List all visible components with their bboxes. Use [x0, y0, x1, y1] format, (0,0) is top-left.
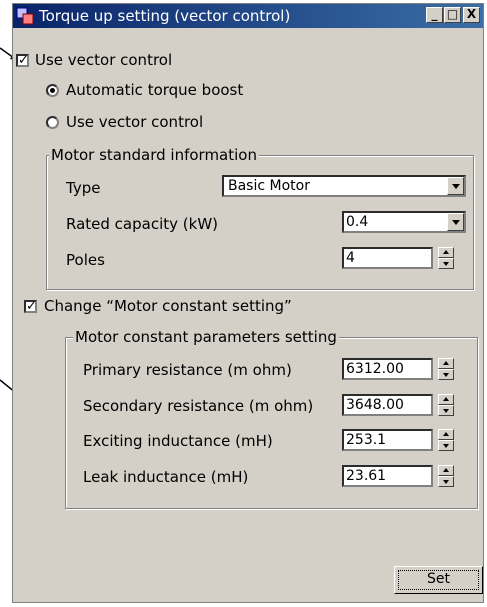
spin-down-icon[interactable] — [438, 440, 454, 451]
use-vector-control-radio[interactable] — [46, 116, 59, 129]
exciting-inductance-label: Exciting inductance (mH) — [83, 432, 273, 450]
title-bar[interactable]: Torque up setting (vector control) _ □ X — [13, 4, 483, 28]
poles-spinner[interactable] — [438, 247, 454, 269]
minimize-button[interactable]: _ — [426, 7, 443, 23]
spin-down-icon[interactable] — [438, 369, 454, 380]
spin-up-icon[interactable] — [438, 247, 454, 258]
use-vector-control-checkbox[interactable]: ✓ — [16, 54, 29, 67]
spin-up-icon[interactable] — [438, 429, 454, 440]
app-icon — [16, 7, 34, 25]
chevron-down-icon[interactable] — [447, 177, 464, 195]
spin-up-icon[interactable] — [438, 394, 454, 405]
secondary-resistance-spinner[interactable] — [438, 394, 454, 416]
exciting-inductance-value: 253.1 — [346, 432, 387, 448]
secondary-resistance-label: Secondary resistance (m ohm) — [83, 397, 314, 415]
type-label: Type — [66, 179, 101, 197]
primary-resistance-value: 6312.00 — [346, 361, 404, 377]
leak-inductance-label: Leak inductance (mH) — [83, 468, 249, 486]
poles-value: 4 — [346, 250, 355, 266]
primary-resistance-input[interactable]: 6312.00 — [342, 358, 433, 380]
primary-resistance-label: Primary resistance (m ohm) — [83, 361, 292, 379]
exciting-inductance-spinner[interactable] — [438, 429, 454, 451]
leak-inductance-input[interactable]: 23.61 — [342, 465, 433, 487]
close-button[interactable]: X — [463, 7, 480, 23]
window-title: Torque up setting (vector control) — [39, 7, 291, 25]
secondary-resistance-input[interactable]: 3648.00 — [342, 394, 433, 416]
set-button[interactable]: Set — [394, 566, 483, 594]
poles-label: Poles — [66, 251, 105, 269]
spin-up-icon[interactable] — [438, 465, 454, 476]
spin-down-icon[interactable] — [438, 476, 454, 487]
leak-inductance-spinner[interactable] — [438, 465, 454, 487]
primary-resistance-spinner[interactable] — [438, 358, 454, 380]
spin-up-icon[interactable] — [438, 358, 454, 369]
automatic-torque-boost-label: Automatic torque boost — [66, 81, 244, 99]
type-select[interactable]: Basic Motor — [222, 175, 466, 197]
maximize-button[interactable]: □ — [444, 7, 461, 23]
spin-down-icon[interactable] — [438, 258, 454, 269]
change-motor-constant-checkbox[interactable]: ✓ — [24, 300, 37, 313]
type-select-value: Basic Motor — [228, 178, 310, 194]
automatic-torque-boost-radio[interactable] — [46, 84, 59, 97]
rated-capacity-value: 0.4 — [346, 214, 369, 230]
radio-selected-dot — [50, 88, 55, 93]
secondary-resistance-value: 3648.00 — [346, 397, 404, 413]
exciting-inductance-input[interactable]: 253.1 — [342, 429, 433, 451]
dialog-window: Torque up setting (vector control) _ □ X… — [12, 3, 484, 603]
motor-constant-params-title: Motor constant parameters setting — [73, 328, 339, 346]
change-motor-constant-label: Change “Motor constant setting” — [44, 297, 292, 315]
leak-inductance-value: 23.61 — [346, 468, 387, 484]
rated-capacity-label: Rated capacity (kW) — [66, 215, 218, 233]
use-vector-control-label: Use vector control — [35, 51, 173, 69]
rated-capacity-select[interactable]: 0.4 — [342, 211, 466, 233]
poles-input[interactable]: 4 — [342, 247, 433, 269]
chevron-down-icon[interactable] — [447, 213, 464, 231]
checkmark-icon: ✓ — [18, 53, 29, 68]
checkmark-icon: ✓ — [26, 299, 37, 314]
spin-down-icon[interactable] — [438, 405, 454, 416]
use-vector-control-radio-label: Use vector control — [66, 113, 204, 131]
motor-standard-info-title: Motor standard information — [49, 146, 259, 164]
